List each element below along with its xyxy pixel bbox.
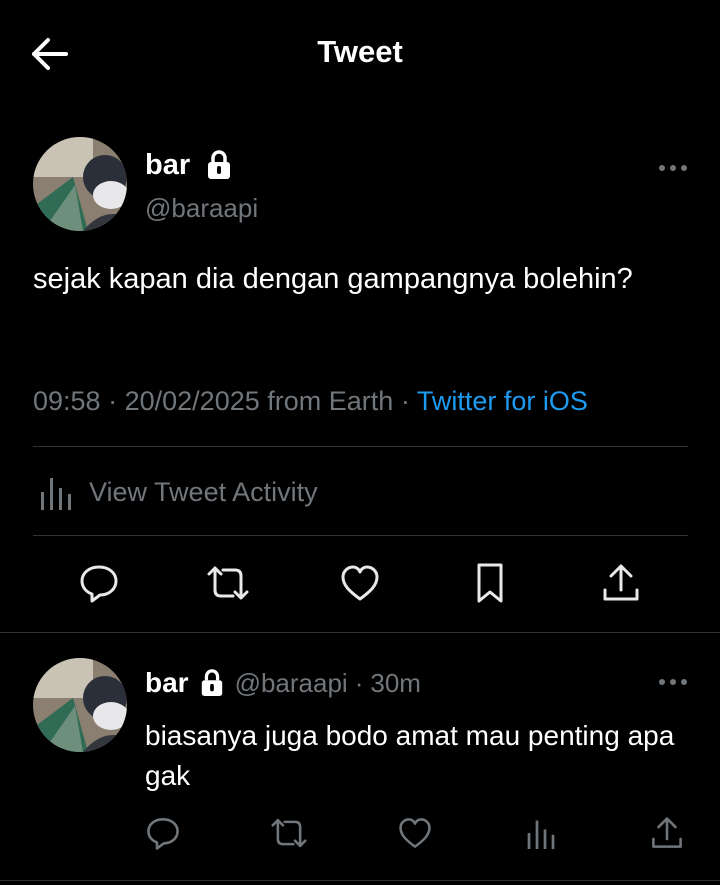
author-handle[interactable]: @baraapi [145,193,258,224]
separator: · [400,386,410,416]
reply-age: 30m [370,667,421,698]
page-title: Tweet [317,34,403,69]
share-icon [652,817,682,848]
avatar-image [33,137,127,231]
share-button[interactable] [598,560,644,606]
separator: · [108,386,118,416]
more-button[interactable] [656,158,690,178]
reply-retweet-button[interactable] [266,810,312,856]
tweet-text: sejak kapan dia dengan gampangnya bolehi… [33,263,633,295]
reply-like-button[interactable] [392,810,438,856]
like-icon [341,565,379,601]
separator: · [354,667,364,698]
retweet-button[interactable] [205,560,251,606]
reply-analytics-button[interactable] [518,810,564,856]
reply-author-handle[interactable]: @baraapi [235,668,348,699]
like-button[interactable] [337,560,383,606]
reply-button[interactable] [76,560,122,606]
reply-icon [80,565,118,603]
tweet-meta: 09:58 · 20/02/2025 from Earth · Twitter … [33,386,588,417]
reply-more-button[interactable] [656,672,690,692]
divider [0,880,720,881]
avatar-image [33,658,127,752]
divider [33,446,688,447]
view-tweet-activity[interactable]: View Tweet Activity [33,472,318,512]
lock-icon [199,668,225,698]
view-tweet-activity-label: View Tweet Activity [89,476,318,507]
avatar[interactable] [33,137,127,231]
divider [33,535,688,536]
reply-share-button[interactable] [644,810,690,856]
retweet-icon [207,566,249,600]
lock-icon [205,149,233,181]
analytics-icon [527,820,555,849]
more-icon [659,165,687,171]
reply-reply-button[interactable] [140,810,186,856]
bookmark-button[interactable] [467,560,513,606]
share-icon [603,564,639,601]
reply-author-name[interactable]: bar [145,667,189,699]
divider [0,632,720,633]
author-name[interactable]: bar [145,149,190,182]
tweet-location: from Earth [267,386,394,416]
reply-header: bar @baraapi · 30m [145,666,421,700]
reply-icon [147,818,179,850]
more-icon [659,679,687,685]
tweet-date: 20/02/2025 [124,386,260,416]
reply-text: biasanya juga bodo amat mau penting apa … [145,720,675,791]
like-icon [399,818,431,848]
reply-avatar[interactable] [33,658,127,752]
bookmark-icon [477,563,503,603]
analytics-icon [38,474,74,510]
retweet-icon [271,818,307,848]
tweet-time: 09:58 [33,386,101,416]
tweet-source-link[interactable]: Twitter for iOS [417,386,588,416]
